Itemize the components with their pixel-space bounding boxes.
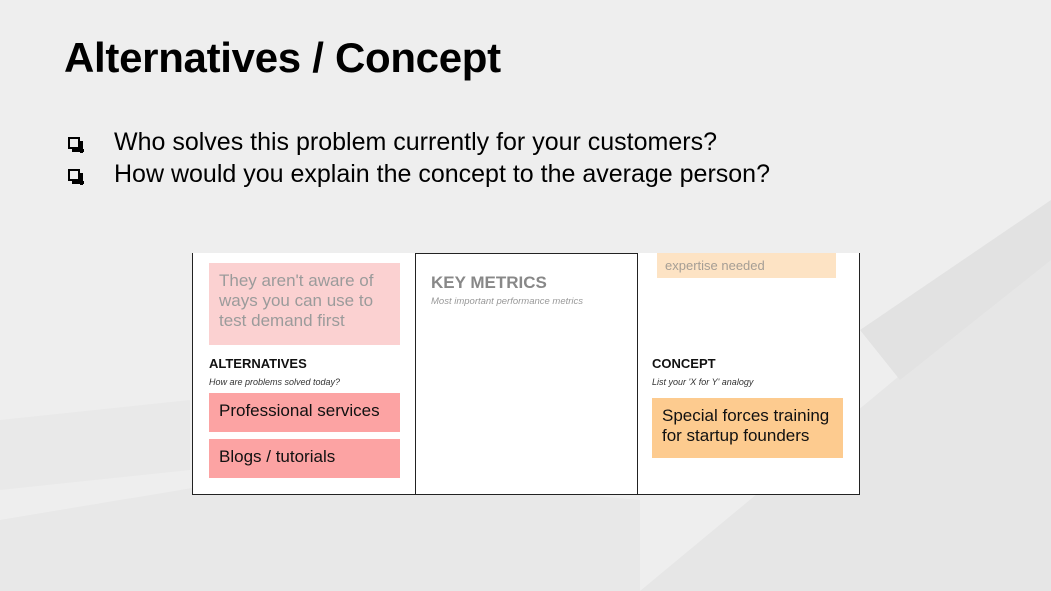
concept-subheading: List your 'X for Y' analogy: [652, 377, 754, 387]
checkbox-icon: [68, 137, 84, 153]
key-metrics-heading: KEY METRICS: [431, 273, 547, 292]
concept-column: expertise needed CONCEPT List your 'X fo…: [637, 253, 859, 494]
slide-title: Alternatives / Concept: [64, 34, 501, 81]
lean-canvas-image: They aren't aware of ways you can use to…: [192, 253, 860, 495]
checkbox-icon: [68, 169, 84, 185]
alternatives-subheading: How are problems solved today?: [209, 377, 341, 387]
key-metrics-column: KEY METRICS Most important performance m…: [415, 253, 638, 494]
bullet-text: Who solves this problem currently for yo…: [114, 127, 717, 156]
alternatives-heading: ALTERNATIVES: [209, 356, 307, 371]
key-metrics-subheading: Most important performance metrics: [431, 296, 584, 307]
faded-sticky-note: They aren't aware of ways you can use to…: [209, 263, 400, 345]
faded-sticky-note: expertise needed: [657, 253, 836, 278]
bullet-item: How would you explain the concept to the…: [68, 158, 770, 190]
bullet-list: Who solves this problem currently for yo…: [68, 126, 770, 190]
concept-heading: CONCEPT: [652, 356, 716, 371]
sticky-note-concept: Special forces training for startup foun…: [652, 398, 843, 458]
bullet-item: Who solves this problem currently for yo…: [68, 126, 770, 158]
sticky-note-blogs-tutorials: Blogs / tutorials: [209, 439, 400, 478]
alternatives-column: They aren't aware of ways you can use to…: [193, 253, 416, 494]
sticky-note-professional-services: Professional services: [209, 393, 400, 432]
bullet-text: How would you explain the concept to the…: [114, 159, 770, 188]
